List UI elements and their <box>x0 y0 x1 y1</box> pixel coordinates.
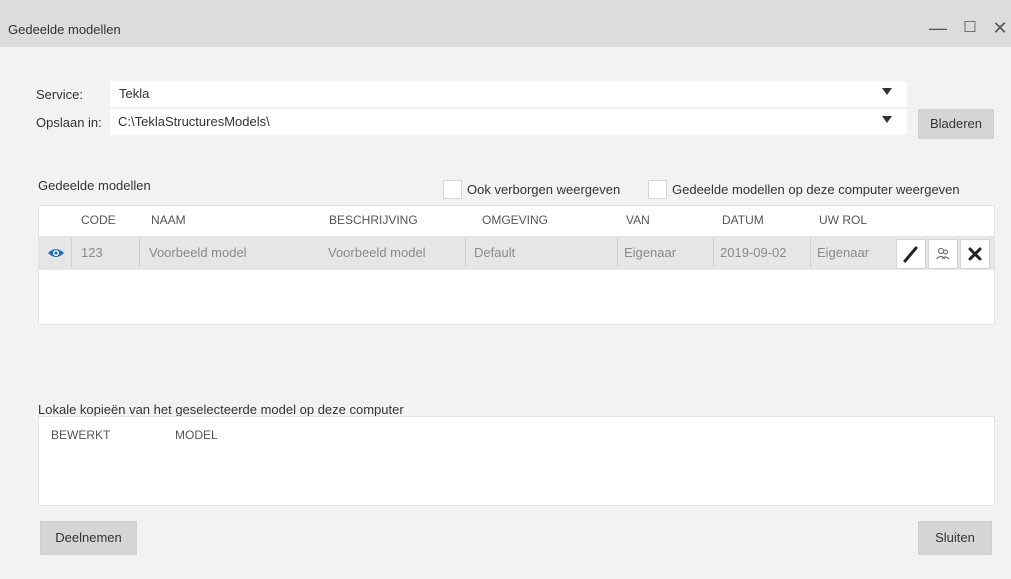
shared-models-table: CODE NAAM BESCHRIJVING OMGEVING VAN DATU… <box>38 205 995 325</box>
column-header-omgeving[interactable]: OMGEVING <box>482 213 548 227</box>
cell-omgeving: Default <box>474 245 516 260</box>
manage-users-button[interactable] <box>928 239 958 269</box>
cell-divider <box>617 238 618 268</box>
close-button[interactable]: Sluiten <box>918 521 992 555</box>
service-dropdown[interactable]: Tekla <box>110 81 907 107</box>
cell-datum: 2019-09-02 <box>720 245 787 260</box>
chevron-down-icon <box>882 88 892 95</box>
browse-button[interactable]: Bladeren <box>918 109 994 139</box>
show-hidden-label: Ook verborgen weergeven <box>467 182 621 197</box>
cell-code: 123 <box>81 245 103 260</box>
local-copies-section-label: Lokale kopieën van het geselecteerde mod… <box>38 402 404 417</box>
show-local-label: Gedeelde modellen op deze computer weerg… <box>672 182 960 197</box>
title-bar: Gedeelde modellen — ☐ ✕ <box>0 0 1011 47</box>
show-local-checkbox[interactable] <box>648 180 667 199</box>
table-row[interactable]: 123 Voorbeeld model Voorbeeld model Defa… <box>39 236 994 270</box>
close-icon <box>968 247 982 261</box>
users-icon <box>936 247 950 260</box>
cell-beschrijving: Voorbeeld model <box>328 245 426 260</box>
shared-models-window: Gedeelde modellen — ☐ ✕ Service: Tekla O… <box>0 0 1011 579</box>
window-title: Gedeelde modellen <box>8 22 121 37</box>
eye-icon[interactable] <box>47 246 65 263</box>
chevron-down-icon <box>882 116 892 123</box>
column-header-naam[interactable]: NAAM <box>151 213 186 227</box>
column-header-datum[interactable]: DATUM <box>722 213 764 227</box>
maximize-button[interactable]: ☐ <box>956 16 984 40</box>
column-header-beschrijving[interactable]: BESCHRIJVING <box>329 213 418 227</box>
edit-button[interactable] <box>896 239 926 269</box>
service-label: Service: <box>36 87 83 102</box>
storage-path-dropdown[interactable]: C:\TeklaStructuresModels\ <box>110 109 907 135</box>
cell-divider <box>71 238 72 268</box>
column-header-code[interactable]: CODE <box>81 213 116 227</box>
dialog-content: Service: Tekla Opslaan in: C:\TeklaStruc… <box>0 47 1011 579</box>
cell-van: Eigenaar <box>624 245 677 260</box>
column-header-van[interactable]: VAN <box>626 213 650 227</box>
show-hidden-checkbox[interactable] <box>443 180 462 199</box>
minimize-button[interactable]: — <box>924 16 952 40</box>
pencil-icon <box>903 246 918 263</box>
column-header-bewerkt[interactable]: BEWERKT <box>51 428 110 442</box>
column-header-model[interactable]: MODEL <box>175 428 218 442</box>
service-value: Tekla <box>119 86 150 101</box>
delete-button[interactable] <box>960 239 990 269</box>
column-header-uw-rol[interactable]: UW ROL <box>819 213 867 227</box>
shared-models-section-label: Gedeelde modellen <box>38 178 151 193</box>
cell-naam: Voorbeeld model <box>149 245 247 260</box>
local-copies-table: BEWERKT MODEL <box>38 416 995 506</box>
cell-rol: Eigenaar <box>817 245 870 260</box>
storage-label: Opslaan in: <box>36 115 102 130</box>
storage-path-value: C:\TeklaStructuresModels\ <box>118 114 270 129</box>
cell-divider <box>810 238 811 268</box>
cell-divider <box>139 238 140 268</box>
cell-divider <box>465 238 466 268</box>
close-window-button[interactable]: ✕ <box>986 16 1011 40</box>
join-button[interactable]: Deelnemen <box>40 521 137 555</box>
cell-divider <box>713 238 714 268</box>
